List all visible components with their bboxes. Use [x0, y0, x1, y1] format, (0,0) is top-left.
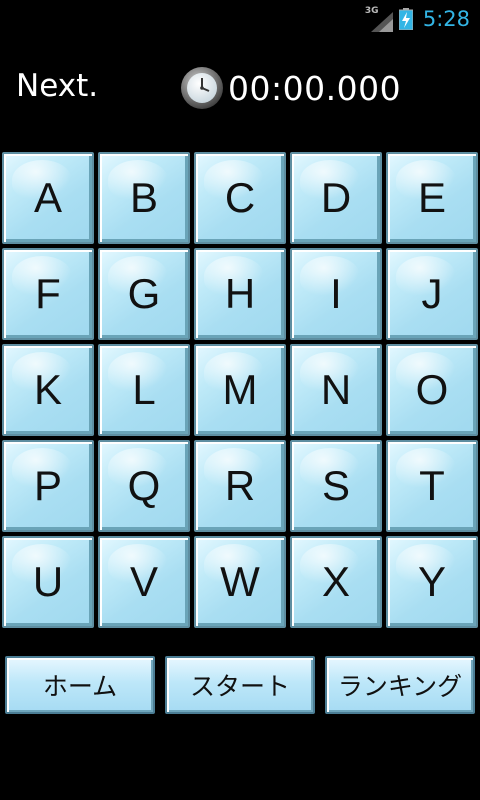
tile-f[interactable]: F — [2, 248, 94, 340]
status-bar: 3G 5:28 — [0, 0, 480, 38]
tile-label: L — [132, 366, 156, 413]
next-label: Next. — [16, 68, 99, 104]
tile-label: H — [224, 270, 256, 317]
timer-value: 00:00.000 — [228, 68, 402, 108]
tile-label: N — [320, 366, 352, 413]
tile-k[interactable]: K — [2, 344, 94, 436]
tile-label: K — [33, 366, 62, 413]
tile-y[interactable]: Y — [386, 536, 478, 628]
tile-label: I — [330, 270, 342, 317]
stopwatch-icon — [181, 67, 223, 109]
tile-label: B — [129, 174, 158, 221]
tile-o[interactable]: O — [386, 344, 478, 436]
tile-label: M — [222, 366, 258, 413]
tile-label: G — [127, 270, 161, 317]
status-clock: 5:28 — [422, 7, 470, 31]
tile-c[interactable]: C — [194, 152, 286, 244]
tile-r[interactable]: R — [194, 440, 286, 532]
home-button[interactable]: ホーム — [5, 656, 155, 714]
tile-label: U — [32, 558, 64, 605]
tile-a[interactable]: A — [2, 152, 94, 244]
start-button[interactable]: スタート — [165, 656, 315, 714]
tile-i[interactable]: I — [290, 248, 382, 340]
ranking-button[interactable]: ランキング — [325, 656, 475, 714]
header: Next. 00:00.000 — [0, 58, 480, 118]
tile-label: O — [415, 366, 449, 413]
timer: 00:00.000 — [180, 66, 401, 110]
tile-p[interactable]: P — [2, 440, 94, 532]
tile-label: R — [224, 462, 256, 509]
tile-q[interactable]: Q — [98, 440, 190, 532]
tile-d[interactable]: D — [290, 152, 382, 244]
tile-u[interactable]: U — [2, 536, 94, 628]
tile-s[interactable]: S — [290, 440, 382, 532]
tile-label: Q — [127, 462, 161, 509]
tile-label: E — [417, 174, 446, 221]
tile-h[interactable]: H — [194, 248, 286, 340]
tile-b[interactable]: B — [98, 152, 190, 244]
tile-t[interactable]: T — [386, 440, 478, 532]
tile-j[interactable]: J — [386, 248, 478, 340]
status-icons: 3G 5:28 — [365, 4, 470, 34]
tile-g[interactable]: G — [98, 248, 190, 340]
tile-label: Y — [417, 558, 446, 605]
tile-label: A — [33, 174, 62, 221]
signal-icon: 3G — [365, 6, 393, 32]
tile-label: P — [33, 462, 62, 509]
tile-label: T — [419, 462, 445, 509]
tile-label: V — [129, 558, 158, 605]
tile-label: X — [321, 558, 350, 605]
letter-grid: A B C D E F G H I J K L M N O P Q R S T … — [0, 150, 480, 630]
tile-n[interactable]: N — [290, 344, 382, 436]
tile-x[interactable]: X — [290, 536, 382, 628]
tile-label: D — [320, 174, 352, 221]
tile-label: F — [35, 270, 61, 317]
tile-label: C — [224, 174, 256, 221]
tile-w[interactable]: W — [194, 536, 286, 628]
tile-m[interactable]: M — [194, 344, 286, 436]
tile-v[interactable]: V — [98, 536, 190, 628]
battery-charging-icon — [398, 8, 414, 31]
tile-l[interactable]: L — [98, 344, 190, 436]
tile-e[interactable]: E — [386, 152, 478, 244]
tile-label: S — [321, 462, 350, 509]
bottom-buttons: ホーム スタート ランキング — [0, 656, 480, 716]
tile-label: W — [220, 558, 260, 605]
tile-label: J — [421, 270, 443, 317]
